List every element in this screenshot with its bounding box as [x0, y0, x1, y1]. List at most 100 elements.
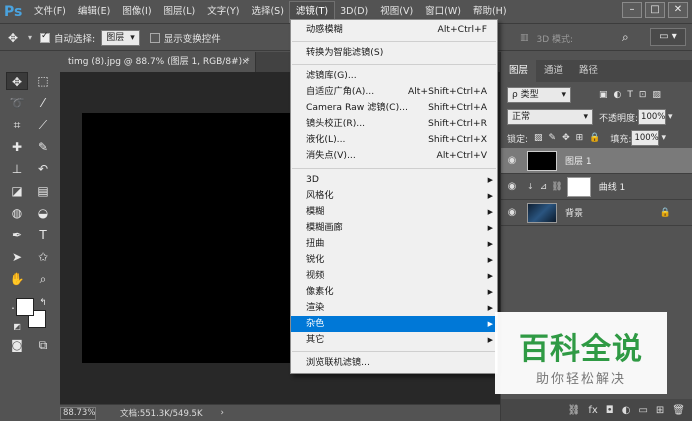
- menu-item-video[interactable]: 视频 ▶: [291, 268, 497, 284]
- lasso-tool-icon[interactable]: ➰: [6, 94, 28, 112]
- default-colors-icon[interactable]: ◩: [6, 318, 28, 336]
- brush-tool-icon[interactable]: ✎: [32, 138, 54, 156]
- chevron-down-icon[interactable]: ▾: [28, 33, 32, 42]
- submenu-arrow-icon: ▶: [487, 192, 493, 200]
- layer-row[interactable]: ◉ 背景 🔒: [501, 200, 692, 226]
- close-icon[interactable]: ×: [241, 52, 249, 72]
- blend-mode-dropdown[interactable]: 正常 ▾: [507, 109, 593, 125]
- eye-icon[interactable]: ◉: [501, 155, 523, 166]
- history-brush-icon[interactable]: ↶: [32, 160, 54, 178]
- healing-brush-icon[interactable]: ✚: [6, 138, 28, 156]
- type-tool-icon[interactable]: T: [32, 226, 54, 244]
- minimize-button[interactable]: –: [622, 2, 642, 18]
- hand-tool-icon[interactable]: ✋: [6, 270, 28, 288]
- fill-input[interactable]: 100%: [631, 130, 660, 146]
- menu-item-pixelate[interactable]: 像素化 ▶: [291, 284, 497, 300]
- menu-item-other[interactable]: 其它 ▶: [291, 332, 497, 348]
- pen-tool-icon[interactable]: ✒: [6, 226, 28, 244]
- shape-tool-icon[interactable]: ✩: [32, 248, 54, 266]
- close-button[interactable]: ✕: [668, 2, 688, 18]
- trash-icon[interactable]: 🗑: [672, 405, 685, 416]
- layer-row[interactable]: ◉ ↓ ⊿ ⛓ 曲线 1: [501, 174, 692, 200]
- layer-filter-dropdown[interactable]: ρ 类型 ▾: [507, 87, 571, 103]
- menu-item-label: 杂色: [306, 318, 325, 329]
- menu-edit[interactable]: 编辑(E): [72, 2, 116, 22]
- photoshop-logo: Ps: [4, 3, 23, 20]
- menu-item-adaptive-wide-angle[interactable]: 自适应广角(A)... Alt+Shift+Ctrl+A: [291, 84, 497, 100]
- menu-select[interactable]: 选择(S): [245, 2, 289, 22]
- menu-item-liquify[interactable]: 液化(L)... Shift+Ctrl+X: [291, 132, 497, 148]
- eyedropper-icon[interactable]: ⟋: [32, 116, 54, 134]
- magic-wand-icon[interactable]: ⁄: [32, 94, 54, 112]
- menu-item-lens-correction[interactable]: 镜头校正(R)... Shift+Ctrl+R: [291, 116, 497, 132]
- menu-item-stylize[interactable]: 风格化 ▶: [291, 188, 497, 204]
- menu-item-label: 其它: [306, 334, 325, 345]
- menu-item-browse-online-filters[interactable]: 浏览联机滤镜...: [291, 355, 497, 371]
- move-tool-icon[interactable]: ✥: [8, 31, 28, 45]
- eye-icon[interactable]: ◉: [501, 181, 523, 192]
- align-icon[interactable]: ▥: [520, 33, 529, 43]
- show-transform-checkbox[interactable]: [149, 32, 160, 43]
- menu-item-label: 转换为智能滤镜(S): [306, 47, 384, 58]
- screen-mode-icon[interactable]: ⧉: [32, 336, 54, 354]
- menu-item-blur-gallery[interactable]: 模糊画廊 ▶: [291, 220, 497, 236]
- restore-button[interactable]: □: [645, 2, 665, 18]
- eye-icon[interactable]: ◉: [501, 207, 523, 218]
- lock-label: 锁定:: [507, 134, 529, 145]
- menu-item-render[interactable]: 渲染 ▶: [291, 300, 497, 316]
- chevron-down-icon[interactable]: ▾: [668, 112, 673, 122]
- crop-tool-icon[interactable]: ⌗: [6, 116, 28, 134]
- swap-colors-icon[interactable]: ↰: [32, 294, 54, 312]
- blur-tool-icon[interactable]: ◍: [6, 204, 28, 222]
- dodge-tool-icon[interactable]: ◒: [32, 204, 54, 222]
- tab-layers[interactable]: 图层: [501, 60, 537, 82]
- lock-icons[interactable]: ▨✎✥⊞🔒: [534, 133, 606, 143]
- zoom-level[interactable]: 88.73%: [60, 406, 96, 420]
- menu-item-vanishing-point[interactable]: 消失点(V)... Alt+Ctrl+V: [291, 148, 497, 164]
- menu-separator: [292, 64, 496, 65]
- new-layer-icon[interactable]: ⊞: [656, 405, 664, 416]
- menu-layer[interactable]: 图层(L): [158, 2, 202, 22]
- new-group-icon[interactable]: ▭: [638, 405, 647, 416]
- menu-item-3d[interactable]: 3D ▶: [291, 172, 497, 188]
- fx-icon[interactable]: fx: [588, 405, 597, 416]
- eraser-tool-icon[interactable]: ◪: [6, 182, 28, 200]
- add-mask-icon[interactable]: ◘: [606, 405, 614, 416]
- link-layers-icon[interactable]: ⛓: [568, 405, 581, 416]
- layer-name: 曲线 1: [598, 183, 626, 193]
- filter-icons[interactable]: ▣◐T⊡▨: [599, 90, 667, 100]
- tab-paths[interactable]: 路径: [571, 60, 606, 82]
- auto-select-dropdown[interactable]: 图层 ▾: [101, 29, 140, 46]
- menu-item-camera-raw[interactable]: Camera Raw 滤镜(C)... Shift+Ctrl+A: [291, 100, 497, 116]
- move-tool-icon[interactable]: ✥: [6, 72, 28, 90]
- gradient-tool-icon[interactable]: ▤: [32, 182, 54, 200]
- menu-item-convert-smart-filter[interactable]: 转换为智能滤镜(S): [291, 45, 497, 61]
- chevron-right-icon[interactable]: ›: [221, 408, 224, 418]
- auto-select-checkbox[interactable]: [40, 31, 51, 43]
- menu-file[interactable]: 文件(F): [28, 2, 72, 22]
- menu-item-distort[interactable]: 扭曲 ▶: [291, 236, 497, 252]
- adjustment-layer-icon[interactable]: ◐: [622, 405, 631, 416]
- tab-channels[interactable]: 通道: [536, 60, 571, 82]
- submenu-arrow-icon: ▶: [487, 336, 493, 344]
- document-tab[interactable]: timg (8).jpg @ 88.7% (图层 1, RGB/8#) * ×: [60, 52, 256, 72]
- opacity-input[interactable]: 100%: [638, 109, 667, 125]
- marquee-tool-icon[interactable]: ⬚: [32, 72, 54, 90]
- clone-stamp-icon[interactable]: ⊥: [6, 160, 28, 178]
- menu-item-sharpen[interactable]: 锐化 ▶: [291, 252, 497, 268]
- zoom-tool-icon[interactable]: ⌕: [32, 270, 54, 288]
- workspace-button[interactable]: ▭ ▾: [650, 28, 686, 46]
- menu-item-blur[interactable]: 模糊 ▶: [291, 204, 497, 220]
- search-icon[interactable]: ⌕: [622, 30, 629, 45]
- menu-image[interactable]: 图像(I): [116, 2, 157, 22]
- menu-item-noise[interactable]: 杂色 ▶: [291, 316, 497, 332]
- menu-item-motion-blur[interactable]: 动感模糊 Alt+Ctrl+F: [291, 22, 497, 38]
- path-selection-icon[interactable]: ➤: [6, 248, 28, 266]
- chevron-down-icon[interactable]: ▾: [661, 133, 666, 143]
- quick-mask-icon[interactable]: ◙: [6, 336, 28, 354]
- layer-row[interactable]: ◉ 图层 1: [501, 148, 692, 174]
- menu-item-label: 模糊画廊: [306, 222, 343, 233]
- menu-type[interactable]: 文字(Y): [201, 2, 245, 22]
- menu-item-filter-gallery[interactable]: 滤镜库(G)...: [291, 68, 497, 84]
- menu-item-shortcut: Alt+Ctrl+V: [436, 150, 487, 161]
